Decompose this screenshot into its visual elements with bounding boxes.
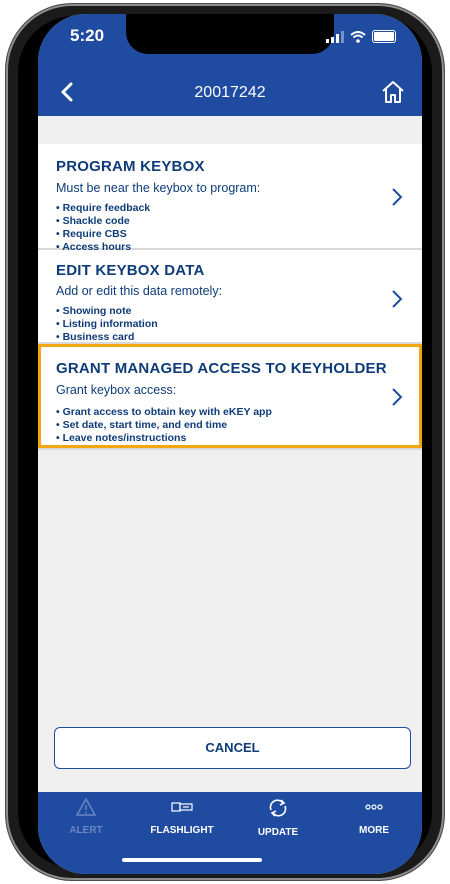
chevron-right-icon: [392, 290, 403, 308]
tab-label: FLASHLIGHT: [150, 825, 214, 836]
app-screen: 5:20 20017242 PROGRAM KEYBOX Must be nea…: [38, 14, 422, 874]
tab-update[interactable]: UPDATE: [230, 798, 326, 838]
nav-bar: 20017242: [38, 70, 422, 116]
status-icons: [326, 30, 396, 43]
tab-label: UPDATE: [257, 827, 299, 838]
option-title: EDIT KEYBOX DATA: [56, 262, 205, 279]
tab-label: ALERT: [69, 825, 103, 836]
home-icon[interactable]: [380, 79, 406, 105]
grant-managed-access-option[interactable]: GRANT MANAGED ACCESS TO KEYHOLDER Grant …: [38, 344, 422, 450]
bullet-item: Require CBS: [56, 228, 150, 241]
cancel-button[interactable]: CANCEL: [54, 727, 411, 769]
warning-icon: [75, 797, 97, 816]
notch: [126, 14, 334, 54]
chevron-right-icon: [392, 388, 403, 406]
flashlight-icon: [171, 802, 193, 812]
status-time: 5:20: [70, 26, 105, 45]
page-title: 20017242: [194, 84, 266, 101]
bullet-item: Require feedback: [56, 202, 151, 215]
option-subtitle: Add or edit this data remotely:: [56, 284, 223, 298]
wifi-icon: [350, 30, 366, 43]
option-bullets: Require feedback Shackle code Require CB…: [56, 202, 150, 254]
program-keybox-option[interactable]: PROGRAM KEYBOX Must be near the keybox t…: [38, 144, 422, 253]
sync-icon: [269, 799, 287, 817]
status-bar: 5:20: [38, 14, 422, 70]
bullet-item: Showing note: [56, 305, 158, 318]
battery-icon: [372, 30, 396, 43]
option-title: GRANT MANAGED ACCESS TO KEYHOLDER: [56, 360, 387, 377]
more-icon: [365, 804, 383, 810]
option-bullets: Grant access to obtain key with eKEY app…: [56, 406, 272, 445]
chevron-right-icon: [392, 188, 403, 206]
option-subtitle: Grant keybox access:: [56, 383, 177, 397]
option-subtitle: Must be near the keybox to program:: [56, 181, 261, 195]
tab-more[interactable]: MORE: [326, 798, 422, 836]
bullet-item: Leave notes/instructions: [56, 432, 272, 445]
option-bullets: Showing note Listing information Busines…: [56, 305, 158, 344]
option-title: PROGRAM KEYBOX: [56, 158, 205, 175]
edit-keybox-data-option[interactable]: EDIT KEYBOX DATA Add or edit this data r…: [38, 250, 422, 344]
bullet-item: Business card: [56, 331, 158, 344]
signal-icon: [326, 30, 344, 43]
bullet-item: Grant access to obtain key with eKEY app: [56, 406, 272, 419]
options-list: PROGRAM KEYBOX Must be near the keybox t…: [38, 116, 422, 792]
tab-flashlight[interactable]: FLASHLIGHT: [134, 798, 230, 836]
bullet-item: Set date, start time, and end time: [56, 419, 272, 432]
home-indicator: [122, 858, 262, 862]
bullet-item: Listing information: [56, 318, 158, 331]
tab-label: MORE: [359, 825, 389, 836]
tab-alert[interactable]: ALERT: [38, 797, 134, 836]
bullet-item: Shackle code: [56, 215, 150, 228]
